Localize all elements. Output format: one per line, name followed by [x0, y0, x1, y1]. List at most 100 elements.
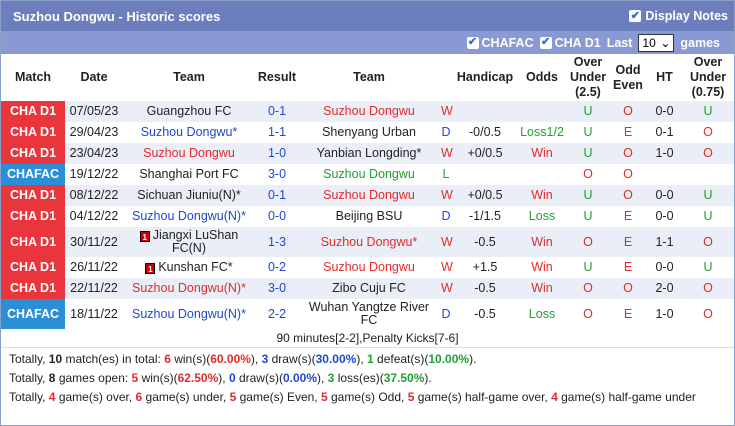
checkbox-icon[interactable]: ✔	[466, 36, 479, 49]
away-team[interactable]: Beijing BSU	[336, 209, 403, 223]
away-team[interactable]: Zibo Cuju FC	[332, 281, 406, 295]
league-badge[interactable]: CHA D1	[1, 206, 65, 227]
home-team[interactable]: Suzhou Dongwu	[143, 146, 235, 160]
match-result[interactable]: 0-0	[255, 206, 299, 227]
wld-mark: D	[439, 299, 453, 329]
home-team-cell[interactable]: Shanghai Port FC	[123, 164, 255, 185]
home-team-cell[interactable]: Suzhou Dongwu	[123, 143, 255, 164]
home-team[interactable]: Suzhou Dongwu*	[141, 125, 238, 139]
checkbox-icon[interactable]: ✔	[539, 36, 552, 49]
league-badge[interactable]: CHA D1	[1, 122, 65, 143]
away-team[interactable]: Suzhou Dongwu	[323, 260, 415, 274]
match-date: 04/12/22	[65, 206, 123, 227]
summary-text: game(s) Even,	[236, 390, 321, 404]
summary-text: ).	[424, 371, 432, 385]
odd-even-mark: E	[609, 257, 647, 278]
away-team-cell[interactable]: Zibo Cuju FC	[299, 278, 439, 299]
away-team-cell[interactable]: Yanbian Longding*	[299, 143, 439, 164]
league-badge[interactable]: CHAFAC	[1, 299, 65, 329]
odds-result: Win	[517, 227, 567, 257]
match-result[interactable]: 3-0	[255, 164, 299, 185]
historic-scores-panel: Suzhou Dongwu - Historic scores ✔ Displa…	[0, 0, 735, 426]
away-team[interactable]: Suzhou Dongwu	[323, 167, 415, 181]
match-result[interactable]: 0-1	[255, 101, 299, 122]
handicap-value: +0/0.5	[453, 185, 517, 206]
table-row[interactable]: CHA D1 29/04/23 Suzhou Dongwu* 1-1 Shenyang …	[1, 122, 734, 143]
header-odds: Odds	[517, 54, 567, 101]
match-result[interactable]: 0-2	[255, 257, 299, 278]
home-team-cell[interactable]: Suzhou Dongwu(N)*	[123, 299, 255, 329]
home-team-cell[interactable]: 1 Kunshan FC*	[123, 257, 255, 278]
league-badge[interactable]: CHAFAC	[1, 164, 65, 185]
away-team-cell[interactable]: Suzhou Dongwu	[299, 257, 439, 278]
home-team-cell[interactable]: Suzhou Dongwu(N)*	[123, 278, 255, 299]
home-team[interactable]: Suzhou Dongwu(N)*	[132, 209, 246, 223]
table-row[interactable]: CHAFAC 19/12/22 Shanghai Port FC 3-0 Suzhou …	[1, 164, 734, 185]
over-under-075-mark	[682, 164, 734, 185]
display-notes-toggle[interactable]: ✔ Display Notes	[629, 9, 728, 23]
filter-chafac[interactable]: ✔ CHAFAC	[466, 36, 534, 50]
match-result[interactable]: 3-0	[255, 278, 299, 299]
match-result[interactable]: 1-0	[255, 143, 299, 164]
away-team-cell[interactable]: Suzhou Dongwu*	[299, 227, 439, 257]
halftime-score: 2-0	[647, 278, 682, 299]
match-result[interactable]: 2-2	[255, 299, 299, 329]
league-badge[interactable]: CHA D1	[1, 143, 65, 164]
table-row[interactable]: CHA D1 08/12/22 Sichuan Jiuniu(N)* 0-1 Suzho…	[1, 185, 734, 206]
table-row[interactable]: CHAFAC 18/11/22 Suzhou Dongwu(N)* 2-2 Wuhan …	[1, 299, 734, 329]
match-result[interactable]: 1-3	[255, 227, 299, 257]
home-team-cell[interactable]: 1 Jiangxi LuShan FC(N)	[123, 227, 255, 257]
league-badge[interactable]: CHA D1	[1, 227, 65, 257]
odds-result: Loss	[517, 206, 567, 227]
header-wld	[439, 54, 453, 101]
away-team[interactable]: Suzhou Dongwu	[323, 104, 415, 118]
away-team[interactable]: Suzhou Dongwu*	[321, 235, 418, 249]
away-team-cell[interactable]: Suzhou Dongwu	[299, 185, 439, 206]
home-team[interactable]: Suzhou Dongwu(N)*	[132, 307, 246, 321]
away-team-cell[interactable]: Beijing BSU	[299, 206, 439, 227]
league-badge[interactable]: CHA D1	[1, 101, 65, 122]
away-team[interactable]: Yanbian Longding*	[317, 146, 422, 160]
table-row[interactable]: CHA D1 07/05/23 Guangzhou FC 0-1 Suzhou Dong…	[1, 101, 734, 122]
header-ht: HT	[647, 54, 682, 101]
summary-value: 1	[367, 352, 374, 366]
home-team-cell[interactable]: Guangzhou FC	[123, 101, 255, 122]
summary-text: win(s)(	[138, 371, 178, 385]
away-team[interactable]: Wuhan Yangtze River FC	[309, 300, 429, 327]
home-team[interactable]: Jiangxi LuShan FC(N)	[153, 228, 238, 255]
summary-value: 0.00%	[282, 371, 317, 385]
header-home-team: Team	[123, 54, 255, 101]
table-row[interactable]: CHA D1 30/11/22 1 Jiangxi LuShan FC(N) 1-3 Su…	[1, 227, 734, 257]
home-team-cell[interactable]: Suzhou Dongwu(N)*	[123, 206, 255, 227]
table-row[interactable]: CHA D1 23/04/23 Suzhou Dongwu 1-0 Yanbian Lo…	[1, 143, 734, 164]
league-badge[interactable]: CHA D1	[1, 185, 65, 206]
league-badge[interactable]: CHA D1	[1, 257, 65, 278]
league-badge[interactable]: CHA D1	[1, 278, 65, 299]
match-result[interactable]: 1-1	[255, 122, 299, 143]
home-team[interactable]: Kunshan FC*	[158, 260, 232, 274]
header-odd-even: Odd Even	[609, 54, 647, 101]
table-row[interactable]: CHA D1 22/11/22 Suzhou Dongwu(N)* 3-0 Zibo C…	[1, 278, 734, 299]
wld-mark: W	[439, 257, 453, 278]
match-result[interactable]: 0-1	[255, 185, 299, 206]
wld-mark: W	[439, 143, 453, 164]
last-games-select[interactable]: 10 ⌄	[638, 33, 675, 52]
home-team[interactable]: Shanghai Port FC	[139, 167, 238, 181]
table-row[interactable]: CHA D1 26/11/22 1 Kunshan FC* 0-2 Suzhou Dong…	[1, 257, 734, 278]
away-team[interactable]: Shenyang Urban	[322, 125, 416, 139]
home-team-cell[interactable]: Suzhou Dongwu*	[123, 122, 255, 143]
halftime-score: 1-0	[647, 299, 682, 329]
filter-chad1-label: CHA D1	[554, 35, 601, 50]
away-team[interactable]: Suzhou Dongwu	[323, 188, 415, 202]
away-team-cell[interactable]: Shenyang Urban	[299, 122, 439, 143]
checkbox-icon[interactable]: ✔	[629, 10, 642, 22]
away-team-cell[interactable]: Suzhou Dongwu	[299, 101, 439, 122]
filter-chad1[interactable]: ✔ CHA D1	[539, 35, 601, 50]
table-row[interactable]: CHA D1 04/12/22 Suzhou Dongwu(N)* 0-0 Beijin…	[1, 206, 734, 227]
home-team-cell[interactable]: Sichuan Jiuniu(N)*	[123, 185, 255, 206]
home-team[interactable]: Sichuan Jiuniu(N)*	[137, 188, 241, 202]
away-team-cell[interactable]: Suzhou Dongwu	[299, 164, 439, 185]
away-team-cell[interactable]: Wuhan Yangtze River FC	[299, 299, 439, 329]
home-team[interactable]: Suzhou Dongwu(N)*	[132, 281, 246, 295]
home-team[interactable]: Guangzhou FC	[147, 104, 232, 118]
